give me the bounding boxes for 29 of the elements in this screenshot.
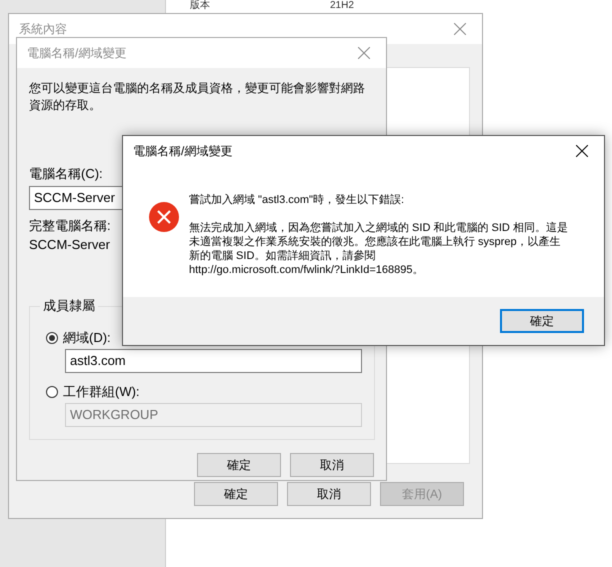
error-message-line: 無法完成加入網域，因為您嘗試加入之網域的 SID 和此電腦的 SID 相同。這是 bbox=[189, 221, 568, 235]
dialog-button[interactable]: 取消 bbox=[290, 453, 374, 477]
error-message-line: http://go.microsoft.com/fwlink/?LinkId=168895。 bbox=[189, 263, 424, 277]
error-icon bbox=[149, 202, 179, 232]
error-message-line: 未適當複製之作業系統安裝的徵兆。您應該在此電腦上執行 sysprep，以產生 bbox=[189, 235, 562, 249]
full-name-label: 完整電腦名稱: bbox=[29, 218, 111, 234]
version-value: 21H2 bbox=[330, 0, 354, 12]
radio-option[interactable]: 工作群組(W): bbox=[46, 383, 362, 401]
dialog-title: 電腦名稱/網域變更 bbox=[133, 142, 232, 160]
radio-button[interactable] bbox=[46, 386, 58, 398]
version-label: 版本 bbox=[190, 0, 210, 12]
close-icon bbox=[454, 23, 466, 35]
description-text: 您可以變更這台電腦的名稱及成員資格，變更可能會影響對網路資源的存取。 bbox=[29, 80, 366, 114]
close-icon bbox=[576, 145, 588, 157]
group-title: 成員隸屬 bbox=[42, 297, 96, 315]
error-message-line: 新的電腦 SID。如需詳細資訊，請參閱 bbox=[189, 249, 376, 263]
ok-button[interactable]: 確定 bbox=[500, 309, 584, 333]
full-name-value: SCCM-Server bbox=[29, 237, 110, 253]
membership-field[interactable]: WORKGROUP bbox=[65, 403, 362, 427]
computer-name-label: 電腦名稱(C): bbox=[29, 166, 103, 182]
membership-field[interactable]: astl3.com bbox=[65, 349, 362, 373]
dialog-title: 電腦名稱/網域變更 bbox=[27, 44, 126, 62]
dialog-button[interactable]: 確定 bbox=[197, 453, 281, 477]
close-icon bbox=[358, 47, 370, 59]
error-heading: 嘗試加入網域 "astl3.com"時，發生以下錯誤: bbox=[189, 193, 404, 208]
radio-button[interactable] bbox=[46, 332, 58, 344]
dialog-button[interactable]: 確定 bbox=[194, 482, 278, 506]
window-title: 系統內容 bbox=[19, 20, 67, 38]
dialog-button[interactable]: 取消 bbox=[287, 482, 371, 506]
